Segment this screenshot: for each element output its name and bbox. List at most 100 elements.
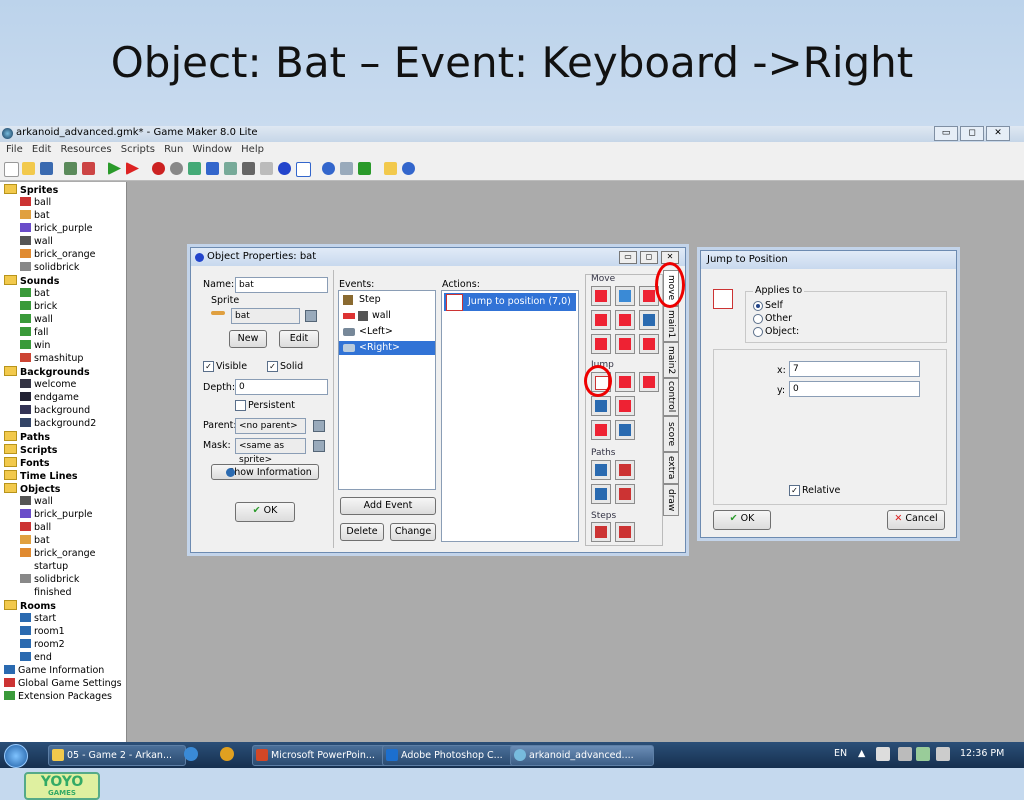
solid-checkbox[interactable]: ✓	[267, 361, 278, 372]
name-field[interactable]: bat	[235, 277, 328, 293]
close-button[interactable]: ✕	[986, 126, 1010, 141]
tree-item[interactable]: wall	[20, 314, 53, 326]
action-item-jump-to-position[interactable]: Jump to position (7,0)	[444, 293, 576, 311]
radio-object[interactable]	[753, 327, 763, 337]
help-icon[interactable]	[402, 162, 415, 175]
visible-checkbox[interactable]: ✓	[203, 361, 214, 372]
extension-icon[interactable]	[358, 162, 371, 175]
ok-button[interactable]: ✔ OK	[235, 502, 295, 522]
menu-window[interactable]: Window	[193, 144, 232, 155]
parent-select[interactable]: <no parent>	[235, 418, 306, 434]
move-fixed-action-button[interactable]	[591, 286, 611, 306]
tab-main1[interactable]: main1	[663, 306, 679, 342]
radio-other[interactable]	[753, 314, 763, 324]
dialog-minimize-button[interactable]: ▭	[619, 251, 637, 264]
set-friction-action-button[interactable]	[639, 334, 659, 354]
sprite-menu-icon[interactable]	[305, 310, 317, 322]
run-icon[interactable]	[108, 162, 121, 175]
parent-menu-icon[interactable]	[313, 420, 325, 432]
jump-cancel-button[interactable]: ✕ Cancel	[887, 510, 945, 530]
event-item-key-right[interactable]: <Right>	[339, 341, 435, 355]
tree-folder[interactable]: Objects	[4, 483, 60, 496]
task-game-maker[interactable]: arkanoid_advanced....	[510, 745, 654, 766]
path-position-action-button[interactable]	[591, 484, 611, 504]
event-item-key-left[interactable]: <Left>	[339, 325, 435, 339]
tree-folder[interactable]: Sprites	[4, 184, 58, 197]
create-executable-icon[interactable]	[64, 162, 77, 175]
tab-draw[interactable]: draw	[663, 484, 679, 516]
y-field[interactable]: 0	[789, 381, 920, 397]
dialog-maximize-button[interactable]: ◻	[640, 251, 658, 264]
step-towards-action-button[interactable]	[591, 522, 611, 542]
tree-item[interactable]: fall	[20, 327, 48, 339]
tree-folder[interactable]: Rooms	[4, 600, 56, 613]
set-gravity-action-button[interactable]	[639, 310, 659, 330]
task-arkanoid-doc[interactable]: 05 - Game 2 - Arkan...	[48, 745, 186, 766]
tree-item[interactable]: Extension Packages	[4, 691, 112, 703]
speed-horizontal-action-button[interactable]	[591, 310, 611, 330]
align-to-grid-action-button[interactable]	[591, 396, 611, 416]
action-center-icon[interactable]	[898, 747, 912, 761]
edit-sprite-button[interactable]: Edit	[279, 330, 319, 348]
tree-item[interactable]: wall	[20, 236, 53, 248]
tab-extra[interactable]: extra	[663, 452, 679, 484]
tree-item[interactable]: wall	[20, 496, 53, 508]
tree-item[interactable]: brick_purple	[20, 223, 93, 235]
sprite-select[interactable]: bat	[231, 308, 300, 324]
clock[interactable]: 12:36 PM	[960, 748, 1004, 759]
tree-item[interactable]: brick_orange	[20, 548, 96, 560]
save-icon[interactable]	[40, 162, 53, 175]
tree-item[interactable]: Game Information	[4, 665, 104, 677]
tree-item[interactable]: room2	[20, 639, 65, 651]
delete-button[interactable]: Delete	[340, 523, 384, 541]
tree-item[interactable]: ball	[20, 522, 51, 534]
resource-tree[interactable]: Sprites ball bat brick_purple wall brick_oran…	[0, 182, 127, 800]
set-path-action-button[interactable]	[591, 460, 611, 480]
tree-item[interactable]: background	[20, 405, 90, 417]
tree-folder[interactable]: Fonts	[4, 457, 50, 470]
tree-item[interactable]: solidbrick	[20, 574, 79, 586]
tree-item[interactable]: background2	[20, 418, 96, 430]
reverse-vertical-action-button[interactable]	[615, 334, 635, 354]
show-information-button[interactable]: Show Information	[211, 464, 319, 480]
chrome-icon[interactable]	[220, 747, 234, 761]
tree-item[interactable]: welcome	[20, 379, 76, 391]
jump-ok-button[interactable]: ✔ OK	[713, 510, 771, 530]
task-photoshop[interactable]: Adobe Photoshop C...	[382, 745, 520, 766]
events-list[interactable]: Step wall <Left> <Right>	[338, 290, 436, 490]
language-indicator[interactable]: EN	[834, 748, 847, 759]
actions-list[interactable]: Jump to position (7,0)	[441, 290, 579, 542]
event-item-collision-wall[interactable]: wall	[339, 309, 435, 323]
tree-item[interactable]: brick_orange	[20, 249, 96, 261]
tree-item[interactable]: end	[20, 652, 52, 664]
add-background-icon[interactable]	[188, 162, 201, 175]
volume-icon[interactable]	[936, 747, 950, 761]
tree-item[interactable]: brick	[20, 301, 57, 313]
menu-help[interactable]: Help	[241, 144, 264, 155]
tree-item[interactable]: bat	[20, 210, 50, 222]
tree-item[interactable]: endgame	[20, 392, 79, 404]
step-avoiding-action-button[interactable]	[615, 522, 635, 542]
menu-edit[interactable]: Edit	[32, 144, 51, 155]
add-room-icon[interactable]	[296, 162, 311, 177]
add-event-button[interactable]: Add Event	[340, 497, 436, 515]
tree-item[interactable]: room1	[20, 626, 65, 638]
move-free-action-button[interactable]	[615, 286, 635, 306]
menu-scripts[interactable]: Scripts	[121, 144, 155, 155]
game-info-icon[interactable]	[322, 162, 335, 175]
path-speed-action-button[interactable]	[615, 484, 635, 504]
ie-icon[interactable]	[184, 747, 198, 761]
persistent-checkbox[interactable]	[235, 400, 246, 411]
tree-item[interactable]: win	[20, 340, 50, 352]
network-icon[interactable]	[916, 747, 930, 761]
change-button[interactable]: Change	[390, 523, 436, 541]
tree-item[interactable]: bat	[20, 535, 50, 547]
menu-resources[interactable]: Resources	[60, 144, 111, 155]
jump-to-start-action-button[interactable]	[615, 372, 635, 392]
reverse-horizontal-action-button[interactable]	[591, 334, 611, 354]
add-timeline-icon[interactable]	[260, 162, 273, 175]
open-folder-icon[interactable]	[22, 162, 35, 175]
minimize-button[interactable]: ▭	[934, 126, 958, 141]
windows-start-icon[interactable]	[4, 744, 28, 768]
tree-item[interactable]: smashitup	[20, 353, 83, 365]
